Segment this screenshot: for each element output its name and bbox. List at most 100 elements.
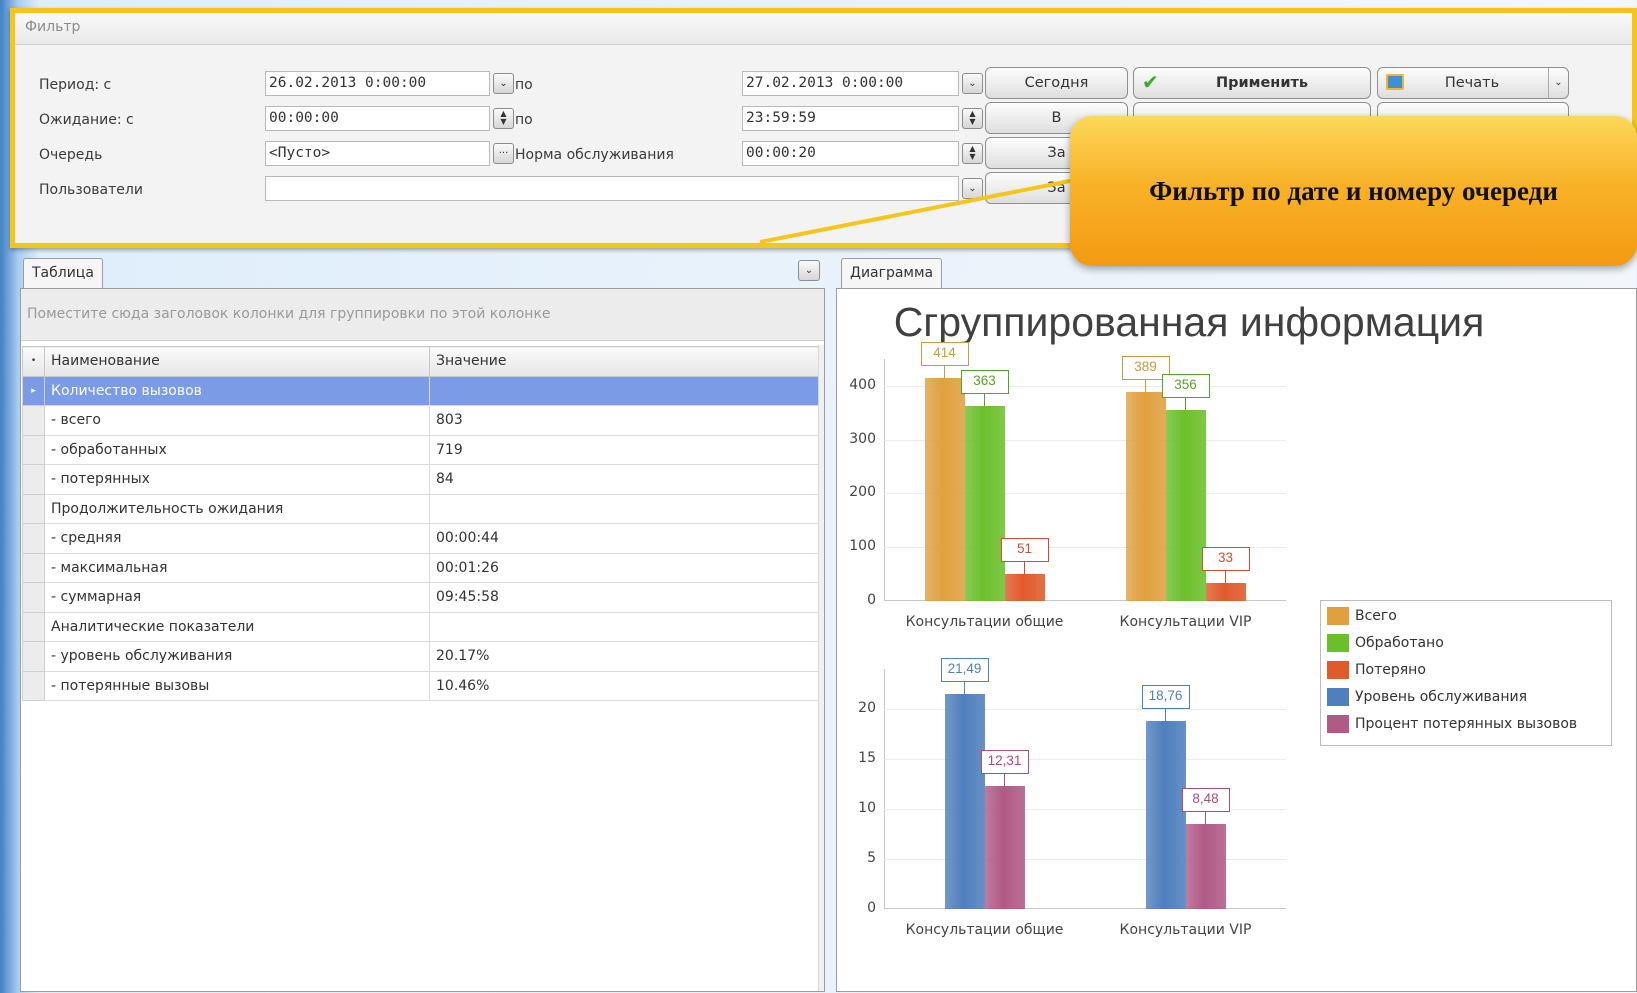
row-indicator[interactable] — [22, 670, 45, 701]
row-indicator[interactable]: ▸ — [22, 375, 45, 406]
period-from-field[interactable]: 26.02.2013 0:00:00 — [265, 71, 490, 96]
period-to-field[interactable]: 27.02.2013 0:00:00 — [742, 71, 959, 96]
table-vertical-scrollbar[interactable] — [818, 345, 824, 991]
filter-title: Фильтр — [25, 19, 81, 35]
chart-bar[interactable] — [1165, 409, 1206, 601]
row-value: 803 — [429, 405, 823, 436]
row-indicator[interactable] — [22, 464, 45, 495]
data-label-stem — [1225, 571, 1226, 584]
x-category-label: Консультации общие — [905, 614, 1064, 630]
x-category-label: Консультации VIP — [1119, 614, 1252, 630]
table-row[interactable]: - всего 803 — [22, 405, 823, 436]
data-label-stem — [1004, 773, 1005, 786]
callout-bubble: Фильтр по дате и номеру очереди — [1070, 116, 1637, 266]
table-row[interactable]: - суммарная 09:45:58 — [22, 582, 823, 613]
row-indicator[interactable] — [22, 582, 45, 613]
legend-swatch — [1327, 634, 1349, 652]
legend-item: Уровень обслуживания — [1321, 684, 1611, 711]
table-row[interactable]: Аналитические показатели — [22, 611, 823, 642]
period-from-dropdown-icon[interactable]: ⌄ — [493, 73, 514, 94]
chart-bar[interactable] — [964, 405, 1005, 601]
table-row[interactable]: ▸ Количество вызовов — [22, 375, 823, 406]
table-row[interactable]: - потерянные вызовы 10.46% — [22, 670, 823, 701]
today-button[interactable]: Сегодня — [985, 67, 1128, 99]
data-label-stem — [1205, 812, 1206, 825]
data-label: 12,31 — [980, 749, 1029, 774]
table-row[interactable]: - обработанных 719 — [22, 434, 823, 465]
callout-text: Фильтр по дате и номеру очереди — [1149, 176, 1558, 206]
data-label: 414 — [920, 342, 969, 367]
row-name: - потерянные вызовы — [44, 670, 430, 701]
row-name: - всего — [44, 405, 430, 436]
row-value — [429, 611, 823, 642]
row-name: - суммарная — [44, 582, 430, 613]
chart-bar[interactable] — [1145, 721, 1186, 909]
y-tick-label: 100 — [849, 538, 876, 555]
data-label: 18,76 — [1141, 685, 1190, 710]
chart-bar[interactable] — [984, 785, 1025, 909]
row-indicator[interactable] — [22, 405, 45, 436]
row-value — [429, 493, 823, 524]
tab-table[interactable]: Таблица — [23, 258, 103, 288]
users-field[interactable] — [265, 176, 959, 201]
norm-field[interactable]: 00:00:20 — [742, 141, 959, 166]
legend-label: Процент потерянных вызовов — [1355, 716, 1578, 732]
table-row[interactable]: - уровень обслуживания 20.17% — [22, 641, 823, 672]
period-to-dropdown-icon[interactable]: ⌄ — [962, 73, 983, 94]
chart-bar[interactable] — [1004, 573, 1045, 601]
table-row[interactable]: - максимальная 00:01:26 — [22, 552, 823, 583]
row-indicator[interactable] — [22, 434, 45, 465]
legend-item: Обработано — [1321, 630, 1611, 657]
queue-field[interactable]: <Пусто> — [265, 141, 490, 166]
wait-from-spinner-icon[interactable]: ▲ ▼ — [493, 108, 514, 129]
row-indicator[interactable] — [22, 552, 45, 583]
column-header-name[interactable]: Наименование — [44, 346, 430, 377]
data-label: 356 — [1161, 373, 1210, 398]
wait-to-label: по — [515, 112, 533, 128]
row-value: 84 — [429, 464, 823, 495]
chart-bar[interactable] — [944, 694, 985, 909]
check-icon: ✔ — [1142, 70, 1159, 94]
group-by-hint: Поместите сюда заголовок колонки для гру… — [27, 306, 551, 322]
chart-bar[interactable] — [1185, 824, 1226, 909]
legend-item: Потеряно — [1321, 657, 1611, 684]
row-value: 00:01:26 — [429, 552, 823, 583]
row-indicator[interactable] — [22, 641, 45, 672]
queue-ellipsis-icon[interactable]: ··· — [493, 143, 514, 164]
users-label: Пользователи — [39, 182, 143, 198]
legend-label: Всего — [1355, 608, 1397, 624]
queue-label: Очередь — [39, 147, 103, 163]
tab-chart[interactable]: Диаграмма — [841, 258, 943, 288]
table-row[interactable]: - потерянных 84 — [22, 464, 823, 495]
row-indicator[interactable] — [22, 493, 45, 524]
chart-bar[interactable] — [924, 378, 965, 601]
printer-icon — [1386, 74, 1404, 90]
wait-from-field[interactable]: 00:00:00 — [265, 106, 490, 131]
grid-header-row: • Наименование Значение — [22, 346, 823, 377]
row-value: 09:45:58 — [429, 582, 823, 613]
table-panel-menu-icon[interactable]: ⌄ — [798, 260, 820, 281]
data-label-stem — [1024, 561, 1025, 574]
table-row[interactable]: - средняя 00:00:44 — [22, 523, 823, 554]
y-tick-label: 400 — [849, 376, 876, 393]
print-button[interactable]: Печать ⌄ — [1377, 67, 1569, 99]
table-row[interactable]: Продолжительность ожидания — [22, 493, 823, 524]
chart-bar[interactable] — [1125, 391, 1166, 601]
apply-button[interactable]: ✔ Применить — [1133, 67, 1371, 99]
chart-bar[interactable] — [1205, 583, 1246, 601]
grid-header-indicator: • — [22, 346, 45, 377]
legend-swatch — [1327, 607, 1349, 625]
data-label: 8,48 — [1181, 788, 1230, 813]
row-indicator[interactable] — [22, 611, 45, 642]
y-tick-label: 0 — [867, 900, 876, 916]
wait-to-field[interactable]: 23:59:59 — [742, 106, 959, 131]
row-name: - максимальная — [44, 552, 430, 583]
print-dropdown-icon[interactable]: ⌄ — [1548, 68, 1568, 98]
row-name: Продолжительность ожидания — [44, 493, 430, 524]
wait-to-spinner-icon[interactable]: ▲ ▼ — [962, 108, 983, 129]
column-header-value[interactable]: Значение — [429, 346, 823, 377]
row-indicator[interactable] — [22, 523, 45, 554]
y-tick-label: 5 — [867, 850, 876, 866]
users-dropdown-icon[interactable]: ⌄ — [962, 178, 983, 199]
norm-spinner-icon[interactable]: ▲ ▼ — [962, 143, 983, 164]
